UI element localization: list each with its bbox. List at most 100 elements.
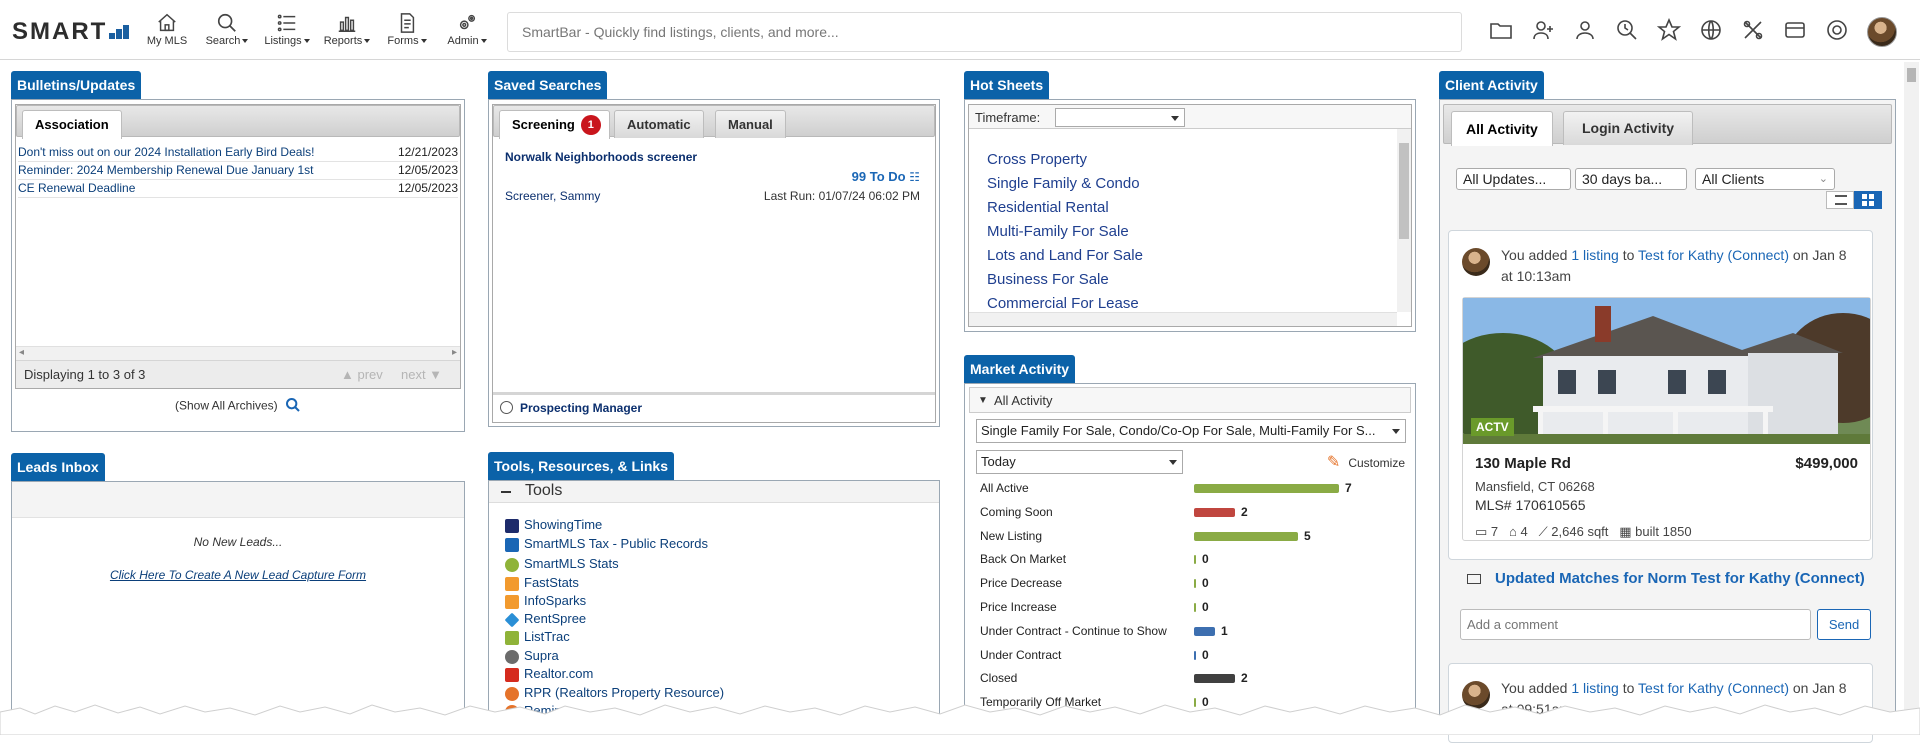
smartbar-search[interactable] (507, 12, 1462, 52)
hot-sheet-link[interactable]: Lots and Land For Sale (987, 247, 1143, 264)
timeframe-select[interactable] (1055, 108, 1185, 127)
hot-sheet-link[interactable]: Cross Property (987, 151, 1087, 168)
market-activity-row[interactable]: Coming Soon 2 (980, 505, 1400, 525)
tool-link[interactable]: ShowingTime (505, 517, 602, 535)
market-activity-label[interactable]: New Listing (980, 529, 1042, 543)
tab-association[interactable]: Association (22, 110, 122, 139)
page-scrollbar[interactable] (1904, 62, 1919, 735)
horizontal-scrollbar[interactable] (969, 312, 1397, 326)
user-icon[interactable] (1573, 18, 1597, 42)
market-activity-count[interactable]: 2 (1241, 505, 1248, 519)
nav-forms[interactable]: Forms (377, 12, 437, 47)
hot-sheet-link[interactable]: Residential Rental (987, 199, 1109, 216)
market-activity-row[interactable]: Price Decrease 0 (980, 576, 1400, 596)
client-link[interactable]: Test for Kathy (Connect) (1638, 247, 1789, 263)
smartbar-input[interactable] (508, 13, 1461, 51)
next-link[interactable]: next ▼ (401, 367, 442, 382)
tool-link[interactable]: RentSpree (504, 611, 586, 629)
listing-photo[interactable]: ACTV (1463, 298, 1870, 444)
hot-sheet-link[interactable]: Business For Sale (987, 271, 1109, 288)
tab-all-activity[interactable]: All Activity (1451, 111, 1553, 146)
tab-login-activity[interactable]: Login Activity (1563, 111, 1694, 145)
bulletin-row[interactable]: Reminder: 2024 Membership Renewal Due Ja… (18, 162, 458, 180)
tools-section-header[interactable]: Tools (489, 481, 939, 503)
list-view-toggle[interactable] (1826, 191, 1854, 209)
tool-link[interactable]: Supra (505, 648, 559, 666)
prev-link[interactable]: ▲ prev (341, 367, 383, 382)
nav-admin[interactable]: Admin (437, 12, 497, 47)
search-history-icon[interactable] (1615, 18, 1639, 42)
market-activity-bar[interactable] (1194, 555, 1196, 565)
customize-button[interactable]: ✎ Customize (1327, 452, 1405, 472)
client-link[interactable]: Test for Kathy (Connect) (1638, 680, 1789, 696)
market-activity-row[interactable]: Price Increase 0 (980, 600, 1400, 620)
market-activity-bar[interactable] (1194, 531, 1298, 541)
tool-link[interactable]: SmartMLS Tax - Public Records (505, 536, 708, 554)
vertical-scrollbar[interactable] (1397, 129, 1411, 312)
support-icon[interactable] (1825, 18, 1849, 42)
market-activity-label[interactable]: Price Decrease (980, 576, 1062, 590)
smart-mls-logo[interactable]: SMART (12, 18, 130, 46)
tool-link[interactable]: ListTrac (505, 629, 570, 647)
hot-sheet-link[interactable]: Multi-Family For Sale (987, 223, 1129, 240)
todo-link[interactable]: 99 To Do ☷ (852, 169, 920, 184)
market-activity-count[interactable]: 7 (1345, 481, 1352, 495)
market-activity-label[interactable]: Price Increase (980, 600, 1057, 614)
market-activity-bar[interactable] (1194, 650, 1196, 660)
market-activity-count[interactable]: 1 (1221, 624, 1228, 638)
grid-view-toggle[interactable] (1854, 191, 1882, 209)
globe-icon[interactable] (1699, 18, 1723, 42)
tool-link[interactable]: SmartMLS Stats (505, 556, 619, 574)
hot-sheet-link[interactable]: Commercial For Lease (987, 295, 1139, 312)
market-activity-label[interactable]: Under Contract - Continue to Show (980, 624, 1167, 638)
horizontal-scrollbar[interactable]: ◂ ▸ (16, 346, 460, 360)
comment-input[interactable] (1461, 610, 1810, 639)
market-activity-bar[interactable] (1194, 603, 1196, 612)
clients-filter[interactable]: All Clients ⌄ (1695, 168, 1835, 190)
market-activity-label[interactable]: Back On Market (980, 552, 1066, 566)
show-all-archives[interactable]: (Show All Archives) (12, 397, 464, 416)
market-activity-bar[interactable] (1194, 674, 1235, 684)
all-activity-section-header[interactable]: ▼ All Activity (969, 387, 1411, 413)
listing-card[interactable]: ACTV 130 Maple Rd $499,000 Mansfield, CT… (1462, 297, 1871, 541)
market-activity-bar[interactable] (1194, 626, 1215, 636)
tab-manual[interactable]: Manual (715, 110, 786, 138)
prospecting-manager-bar[interactable]: Prospecting Manager (493, 392, 935, 422)
updated-matches-link[interactable]: Updated Matches for Norm Test for Kathy … (1467, 570, 1865, 587)
tool-link[interactable]: FastStats (505, 575, 579, 593)
market-activity-row[interactable]: Under Contract - Continue to Show 1 (980, 624, 1400, 644)
updates-filter[interactable]: All Updates... (1456, 168, 1571, 190)
market-activity-count[interactable]: 0 (1202, 576, 1209, 590)
market-activity-bar[interactable] (1194, 507, 1235, 517)
nav-my-mls[interactable]: My MLS (137, 12, 197, 47)
market-activity-label[interactable]: All Active (980, 481, 1029, 495)
market-activity-row[interactable]: All Active 7 (980, 481, 1400, 501)
nav-search[interactable]: Search (197, 12, 257, 47)
nav-reports[interactable]: Reports (317, 12, 377, 47)
comment-field[interactable] (1460, 609, 1811, 640)
tools-icon[interactable] (1741, 18, 1765, 42)
folder-icon[interactable] (1489, 18, 1513, 42)
market-activity-count[interactable]: 5 (1304, 529, 1311, 543)
listing-types-select[interactable]: Single Family For Sale, Condo/Co-Op For … (976, 419, 1406, 443)
user-add-icon[interactable] (1531, 18, 1555, 42)
hot-sheet-link[interactable]: Single Family & Condo (987, 175, 1140, 192)
market-activity-row[interactable]: Closed 2 (980, 671, 1400, 691)
market-activity-count[interactable]: 2 (1241, 671, 1248, 685)
period-select[interactable]: Today (976, 450, 1183, 474)
listing-count-link[interactable]: 1 listing (1571, 680, 1618, 696)
market-activity-row[interactable]: Under Contract 0 (980, 648, 1400, 668)
nav-listings[interactable]: Listings (257, 12, 317, 47)
bulletin-row[interactable]: CE Renewal Deadline 12/05/2023 (18, 180, 458, 198)
tool-link[interactable]: InfoSparks (505, 593, 586, 611)
days-filter[interactable]: 30 days ba... (1575, 168, 1687, 190)
market-activity-count[interactable]: 0 (1202, 600, 1209, 614)
saved-search-name[interactable]: Norwalk Neighborhoods screener (505, 150, 697, 164)
create-lead-form-link[interactable]: Click Here To Create A New Lead Capture … (12, 568, 464, 582)
market-activity-label[interactable]: Coming Soon (980, 505, 1053, 519)
saved-search-client[interactable]: Screener, Sammy (505, 189, 600, 203)
tab-screening[interactable]: Screening 1 (499, 110, 610, 139)
market-activity-label[interactable]: Closed (980, 671, 1017, 685)
market-activity-row[interactable]: New Listing 5 (980, 529, 1400, 549)
tab-automatic[interactable]: Automatic (614, 110, 704, 138)
